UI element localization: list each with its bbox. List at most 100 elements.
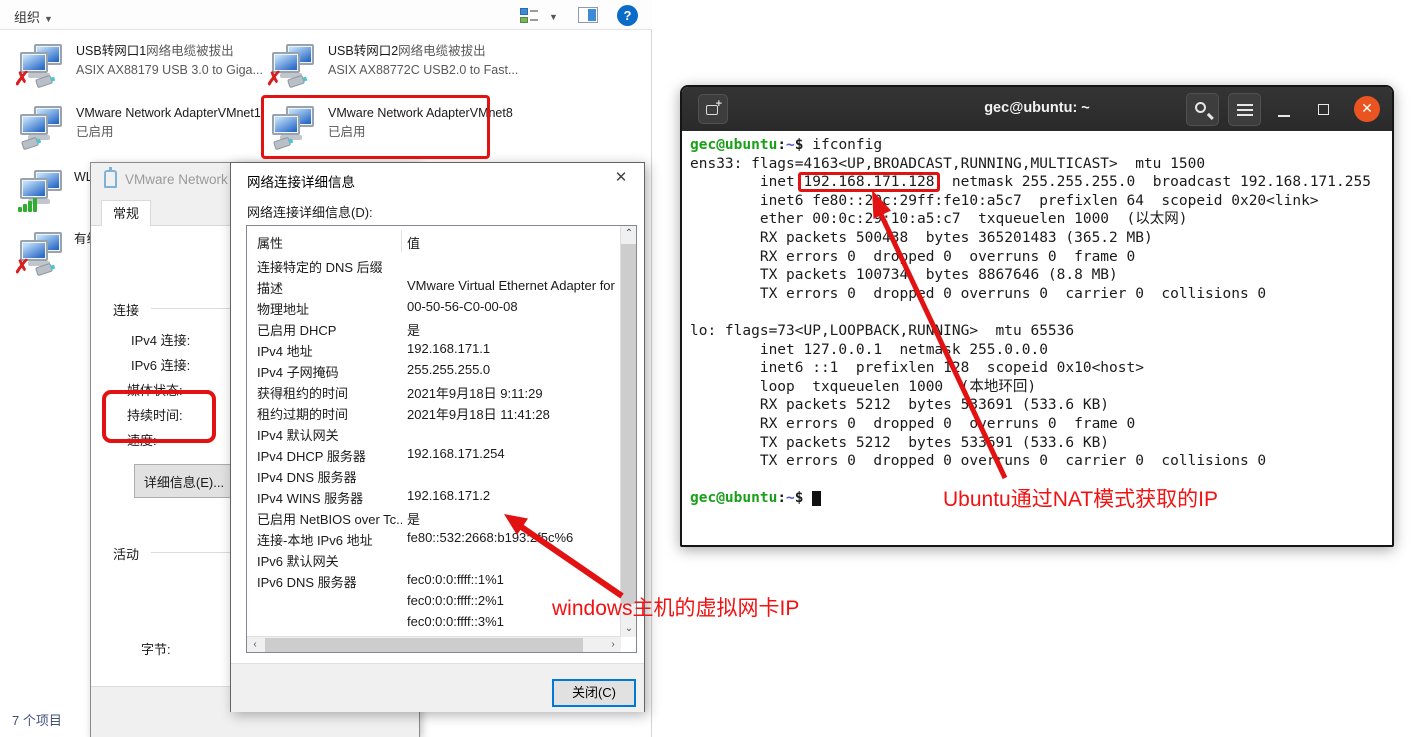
tab-general[interactable]: 常规 (101, 200, 151, 226)
close-icon[interactable]: ✕ (1354, 96, 1380, 122)
details-value: 00-50-56-C0-00-08 (407, 299, 518, 314)
details-value: 是 (407, 320, 420, 339)
preview-pane-icon[interactable] (578, 7, 598, 23)
disconnected-x-icon: ✗ (266, 70, 282, 89)
scroll-down-icon[interactable]: ⌄ (621, 621, 637, 637)
dialog-title: 网络连接详细信息 (247, 171, 355, 191)
details-row: 连接-本地 IPv6 地址fe80::532:2668:b193:2f5c%6 (247, 530, 621, 551)
terminal-line: inet 127.0.0.1 netmask 255.0.0.0 (690, 341, 1392, 360)
details-button[interactable]: 详细信息(E)... (134, 464, 234, 498)
terminal-line: inet6 ::1 prefixlen 128 scopeid 0x10<hos… (690, 359, 1392, 378)
details-row: 已启用 NetBIOS over Tc...是 (247, 509, 621, 530)
items-count: 7 个项目 (12, 710, 62, 729)
terminal-line: RX errors 0 dropped 0 overruns 0 frame 0 (690, 248, 1392, 267)
details-dialog-footer: 关闭(C) (231, 663, 644, 712)
adapter-usb1[interactable]: ✗ USB转网口1网络电缆被拔出ASIX AX88179 USB 3.0 to … (14, 42, 264, 100)
terminal-line: ens33: flags=4163<UP,BROADCAST,RUNNING,M… (690, 155, 1392, 174)
adapter-usb2[interactable]: ✗ USB转网口2网络电缆被拔出ASIX AX88772C USB2.0 to … (266, 42, 516, 100)
details-row: 描述VMware Virtual Ethernet Adapter for (247, 278, 621, 299)
details-row: IPv4 DNS 服务器 (247, 467, 621, 488)
section-activity: 活动 (109, 544, 143, 563)
details-row: 已启用 DHCP是 (247, 320, 621, 341)
dialog-title: VMware Network (125, 172, 228, 187)
terminal-line: TX packets 100734 bytes 8867646 (8.8 MB) (690, 266, 1392, 285)
terminal-line (690, 303, 1392, 322)
adapter-device-icon (104, 170, 117, 188)
details-value: fec0:0:0:ffff::3%1 (407, 614, 504, 629)
network-adapter-icon (14, 170, 70, 220)
details-row: IPv4 DHCP 服务器192.168.171.254 (247, 446, 621, 467)
terminal-line: RX packets 5212 bytes 533691 (533.6 KB) (690, 396, 1392, 415)
details-row: IPv4 WINS 服务器192.168.171.2 (247, 488, 621, 509)
terminal-line: loop txqueuelen 1000 (本地环回) (690, 378, 1392, 397)
close-icon[interactable]: ✕ (606, 165, 636, 191)
menu-button[interactable] (1228, 93, 1261, 126)
view-dropdown-icon[interactable]: ▼ (549, 12, 558, 22)
disconnected-x-icon: ✗ (14, 70, 30, 89)
connection-details-dialog: 网络连接详细信息 ✕ 网络连接详细信息(D): 属性 值 连接特定的 DNS 后… (230, 162, 645, 712)
scroll-left-icon[interactable]: ‹ (247, 637, 263, 653)
terminal-line: ether 00:0c:29:10:a5:c7 txqueuelen 1000 … (690, 210, 1392, 229)
terminal-line: inet6 fe80::20c:29ff:fe10:a5c7 prefixlen… (690, 192, 1392, 211)
terminal-line: TX errors 0 dropped 0 overruns 0 carrier… (690, 452, 1392, 471)
terminal-line: RX errors 0 dropped 0 overruns 0 frame 0 (690, 415, 1392, 434)
annotation-ubuntu-ip: Ubuntu通过NAT模式获取的IP (943, 483, 1218, 513)
details-value: 192.168.171.254 (407, 446, 505, 461)
details-row: IPv6 默认网关 (247, 551, 621, 572)
scroll-right-icon[interactable]: › (605, 637, 621, 653)
terminal-line: TX packets 5212 bytes 533691 (533.6 KB) (690, 434, 1392, 453)
annotation-windows-ip: windows主机的虚拟网卡IP (552, 592, 799, 622)
terminal-line: TX errors 0 dropped 0 overruns 0 carrier… (690, 285, 1392, 304)
details-value: fec0:0:0:ffff::1%1 (407, 572, 504, 587)
network-adapter-icon: ✗ (14, 44, 70, 94)
wins-ip-value: 192.168.171.2 (407, 488, 490, 503)
details-value: 2021年9月18日 11:41:28 (407, 404, 550, 423)
details-value: 192.168.171.1 (407, 341, 490, 356)
details-rows: 连接特定的 DNS 后缀描述VMware Virtual Ethernet Ad… (247, 257, 621, 635)
minimize-icon[interactable] (1278, 115, 1290, 117)
network-adapter-icon (266, 106, 322, 156)
adapter-vmnet1[interactable]: VMware Network AdapterVMnet1已启用 (14, 104, 264, 162)
wifi-signal-icon (18, 196, 40, 212)
terminal-line: lo: flags=73<UP,LOOPBACK,RUNNING> mtu 65… (690, 322, 1392, 341)
details-value: fe80::532:2668:b193:2f5c%6 (407, 530, 573, 545)
dialog-titlebar[interactable]: 网络连接详细信息 ✕ (231, 163, 644, 193)
terminal-window: + gec@ubuntu: ~ ✕ gec@ubuntu:~$ ifconfig… (680, 85, 1394, 547)
network-adapter-icon: ✗ (14, 232, 70, 282)
details-row: IPv6 DNS 服务器fec0:0:0:ffff::1%1 (247, 572, 621, 593)
adapter-vmnet8[interactable]: VMware Network AdapterVMnet8已启用 (266, 104, 516, 162)
details-row: 获得租约的时间2021年9月18日 9:11:29 (247, 383, 621, 404)
change-view-icon[interactable] (520, 7, 539, 24)
maximize-icon[interactable] (1318, 104, 1329, 115)
details-value: 是 (407, 509, 420, 528)
horizontal-scrollbar[interactable]: ‹ › (247, 636, 621, 652)
network-adapter-icon (14, 106, 70, 156)
vertical-scrollbar[interactable]: ⌃ ⌄ (620, 226, 636, 637)
details-row: IPv4 子网掩码255.255.255.0 (247, 362, 621, 383)
explorer-toolbar: 组织▼ ▼ ? (0, 0, 652, 30)
terminal-line: gec@ubuntu:~$ ifconfig (690, 136, 1392, 155)
close-button[interactable]: 关闭(C) (552, 679, 636, 707)
terminal-title: gec@ubuntu: ~ (682, 100, 1392, 116)
details-row: 物理地址00-50-56-C0-00-08 (247, 299, 621, 320)
details-value: VMware Virtual Ethernet Adapter for (407, 278, 615, 293)
details-row: IPv4 地址192.168.171.1 (247, 341, 621, 362)
bytes-label: 字节: (141, 639, 171, 658)
section-connection: 连接 (109, 300, 143, 319)
search-button[interactable] (1186, 93, 1219, 126)
details-value: 2021年9月18日 9:11:29 (407, 383, 543, 402)
scrollbar-thumb[interactable] (265, 638, 583, 652)
organize-menu[interactable]: 组织▼ (14, 7, 53, 26)
details-value: fec0:0:0:ffff::2%1 (407, 593, 504, 608)
terminal-titlebar[interactable]: + gec@ubuntu: ~ ✕ (682, 87, 1392, 131)
search-icon (1195, 102, 1206, 113)
scrollbar-thumb[interactable] (621, 244, 636, 604)
disconnected-x-icon: ✗ (14, 258, 30, 277)
scroll-up-icon[interactable]: ⌃ (621, 226, 637, 242)
details-row: 租约过期的时间2021年9月18日 11:41:28 (247, 404, 621, 425)
terminal-line: inet 192.168.171.128 netmask 255.255.255… (690, 173, 1392, 192)
column-header-value: 值 (407, 233, 420, 252)
network-adapter-icon: ✗ (266, 44, 322, 94)
details-value: 255.255.255.0 (407, 362, 490, 377)
help-icon[interactable]: ? (617, 5, 638, 26)
